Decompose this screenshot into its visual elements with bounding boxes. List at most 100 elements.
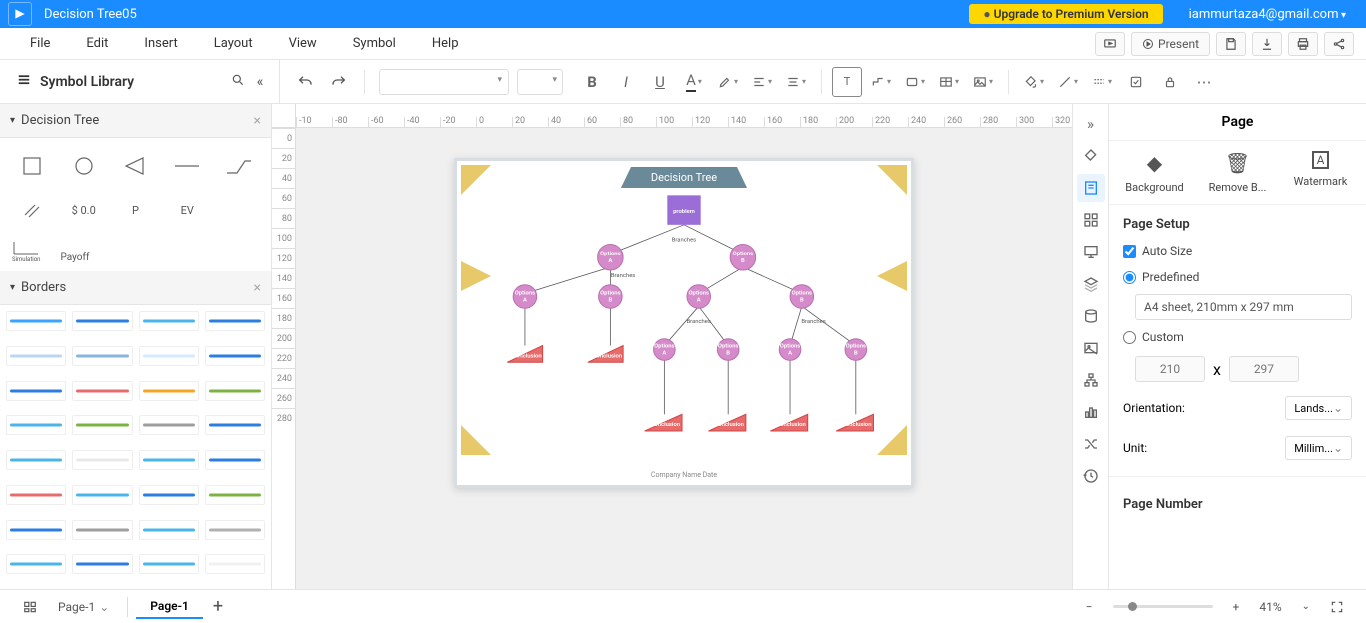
page-list-button[interactable] [12,596,48,618]
menu-view[interactable]: View [271,36,335,51]
chart-button[interactable] [1077,398,1105,426]
border-item[interactable] [6,346,66,366]
zoom-in-button[interactable]: + [1223,596,1250,618]
layers-button[interactable] [1077,270,1105,298]
border-item[interactable] [205,346,265,366]
category-close-icon[interactable]: × [254,113,261,129]
shape-payoff[interactable]: Payoff [60,252,89,263]
text-tool-button[interactable]: T [832,67,862,97]
unit-select[interactable]: Millim... [1285,436,1352,460]
tab-remove-bg[interactable]: 🗑Remove B... [1196,151,1278,194]
shape-probability[interactable]: $ 0.0 [60,190,108,230]
line-color-button[interactable] [1053,67,1083,97]
border-item[interactable] [72,485,132,505]
more-tools-button[interactable]: ⋯ [1189,67,1219,97]
shape-line[interactable] [163,146,211,186]
shuffle-button[interactable] [1077,430,1105,458]
border-item[interactable] [72,381,132,401]
shape-triangle[interactable] [112,146,160,186]
tab-watermark[interactable]: AWatermark [1279,151,1361,194]
font-size-select[interactable] [517,69,563,95]
border-item[interactable] [139,415,199,435]
border-item[interactable] [72,346,132,366]
slideshow-button[interactable] [1095,32,1125,56]
border-item[interactable] [205,311,265,331]
border-item[interactable] [139,311,199,331]
underline-button[interactable]: U [645,67,675,97]
zoom-dropdown[interactable]: ⌄ [1292,597,1320,616]
menu-file[interactable]: File [12,36,68,51]
library-search-button[interactable] [227,73,249,91]
predefined-size-select[interactable]: A4 sheet, 210mm x 297 mm [1135,294,1352,320]
border-item[interactable] [6,311,66,331]
border-item[interactable] [205,450,265,470]
border-item[interactable] [72,520,132,540]
decision-tree-diagram[interactable]: problem Branches OptionsA OptionsB Branc… [457,161,911,485]
border-item[interactable] [139,520,199,540]
canvas-viewport[interactable]: Decision Tree problem [296,128,1072,589]
border-item[interactable] [205,415,265,435]
document-title[interactable]: Decision Tree05 [44,7,969,22]
border-item[interactable] [6,554,66,574]
menu-layout[interactable]: Layout [196,36,271,51]
border-item[interactable] [205,381,265,401]
add-page-button[interactable]: + [203,592,233,621]
border-item[interactable] [6,450,66,470]
save-button[interactable] [1216,32,1246,56]
menu-edit[interactable]: Edit [68,36,126,51]
tree-button[interactable] [1077,366,1105,394]
shape-p[interactable]: P [112,190,160,230]
shape-square[interactable] [8,146,56,186]
fill-button[interactable] [1019,67,1049,97]
height-input[interactable] [1229,356,1299,382]
present-button[interactable]: Present [1131,32,1210,56]
border-item[interactable] [6,485,66,505]
theme-button[interactable] [1077,142,1105,170]
presentation-icon-button[interactable] [1077,238,1105,266]
page-selector[interactable]: Page-1 [48,596,119,618]
width-input[interactable] [1135,356,1205,382]
shape-simulation[interactable]: Simulation [12,238,40,263]
font-family-select[interactable] [379,69,509,95]
shape-lines[interactable] [8,190,56,230]
image-button[interactable] [968,67,998,97]
border-item[interactable] [6,381,66,401]
border-item[interactable] [205,554,265,574]
app-logo[interactable] [8,2,32,26]
expand-panel-button[interactable]: » [1077,110,1105,138]
tab-background[interactable]: ◆Background [1113,151,1195,194]
border-item[interactable] [139,450,199,470]
orientation-select[interactable]: Lands... [1285,396,1352,420]
border-item[interactable] [139,346,199,366]
line-style-button[interactable] [1087,67,1117,97]
auto-size-checkbox[interactable]: Auto Size [1109,238,1366,264]
border-item[interactable] [139,381,199,401]
page-settings-button[interactable] [1077,174,1105,202]
bold-button[interactable]: B [577,67,607,97]
fullscreen-button[interactable] [1320,596,1354,618]
page-tab-1[interactable]: Page-1 [136,595,203,619]
library-collapse-button[interactable]: « [249,74,271,90]
highlight-button[interactable] [713,67,743,97]
connector-button[interactable] [866,67,896,97]
data-button[interactable] [1077,302,1105,330]
menu-symbol[interactable]: Symbol [335,36,414,51]
border-item[interactable] [139,554,199,574]
predefined-radio[interactable]: Predefined [1109,264,1366,290]
shape-rect-button[interactable] [900,67,930,97]
border-item[interactable] [72,450,132,470]
share-button[interactable] [1324,32,1354,56]
menu-insert[interactable]: Insert [126,36,195,51]
font-color-button[interactable]: A [679,67,709,97]
border-item[interactable] [205,520,265,540]
checkbox-tool-button[interactable] [1121,67,1151,97]
border-item[interactable] [72,311,132,331]
shape-circle[interactable] [60,146,108,186]
page-canvas[interactable]: Decision Tree problem [454,158,914,488]
align-v-button[interactable] [781,67,811,97]
category-decision-tree[interactable]: ▾ Decision Tree × [0,104,271,138]
menu-help[interactable]: Help [414,36,477,51]
account-menu[interactable]: iammurtaza4@gmail.com [1177,7,1358,22]
grid-button[interactable] [1077,206,1105,234]
page-footer-text[interactable]: Company Name Date [651,471,717,479]
